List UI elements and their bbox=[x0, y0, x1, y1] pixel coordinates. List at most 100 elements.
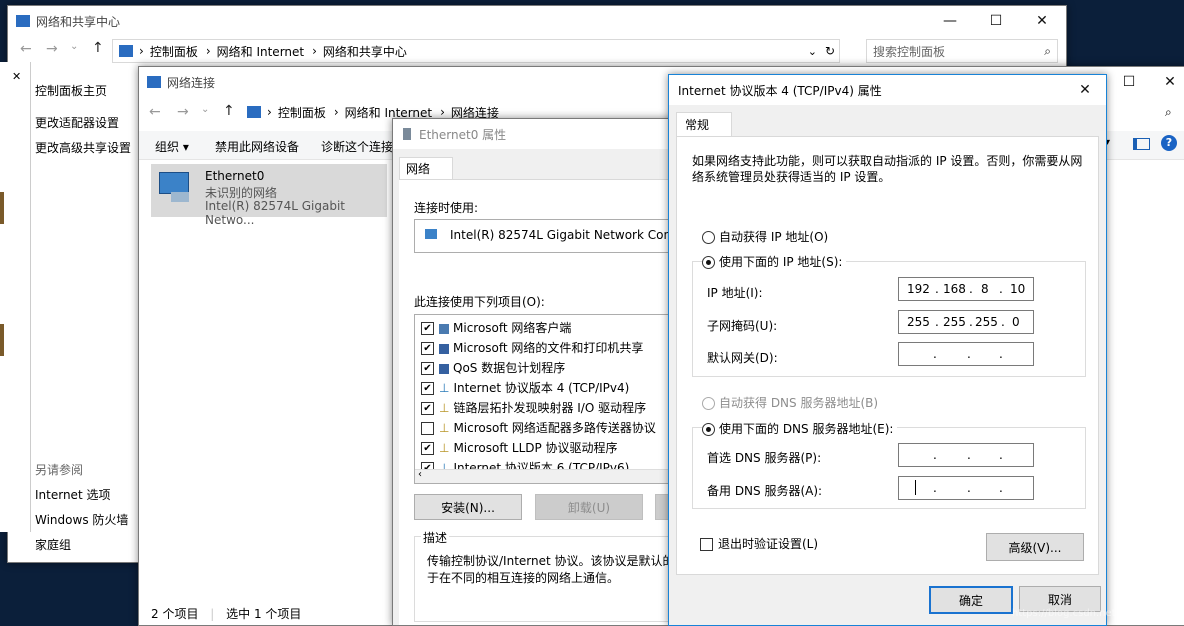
ip-address-field[interactable]: 192 . 168 . 8 . 10 bbox=[898, 277, 1034, 301]
connect-using-box: Intel(R) 82574L Gigabit Network Connec bbox=[414, 219, 693, 253]
search-placeholder: 搜索控制面板 bbox=[873, 44, 946, 59]
preferred-dns-field[interactable]: . . . bbox=[898, 443, 1034, 467]
ip-address-label: IP 地址(I): bbox=[707, 286, 763, 300]
horizontal-scrollbar[interactable]: ‹ bbox=[415, 469, 685, 483]
alternate-dns-field[interactable]: . . . bbox=[898, 476, 1034, 500]
preview-pane-icon[interactable] bbox=[1133, 138, 1150, 150]
item-checkbox[interactable]: ✔ bbox=[421, 442, 434, 455]
ipv4-tab-general[interactable]: 常规 bbox=[676, 112, 732, 137]
item-checkbox[interactable]: ✔ bbox=[421, 402, 434, 415]
forward-arrow-icon[interactable]: → bbox=[46, 41, 58, 57]
breadcrumb-item[interactable]: 网络和共享中心 bbox=[323, 43, 407, 60]
list-item[interactable]: ✔ QoS 数据包计划程序 bbox=[421, 359, 565, 376]
subnet-mask-field[interactable]: 255 . 255 . 255 . 0 bbox=[898, 310, 1034, 334]
ip-dot: . bbox=[999, 448, 1003, 462]
item-checkbox[interactable]: ✔ bbox=[421, 362, 434, 375]
auto-ip-option[interactable]: 自动获得 IP 地址(O) bbox=[702, 228, 828, 245]
manual-dns-option[interactable]: 使用下面的 DNS 服务器地址(E): bbox=[702, 420, 898, 437]
back-arrow-icon[interactable]: ← bbox=[20, 41, 32, 57]
recent-chevron-icon[interactable]: ⌄ bbox=[70, 41, 78, 52]
auto-ip-radio[interactable] bbox=[702, 231, 715, 244]
up-arrow-icon[interactable]: ↑ bbox=[92, 40, 104, 56]
uninstall-button[interactable]: 卸载(U) bbox=[535, 494, 643, 520]
sharing-search-box[interactable]: 搜索控制面板 ⌕ bbox=[866, 39, 1058, 63]
link-advanced-sharing[interactable]: 更改高级共享设置 bbox=[35, 139, 131, 156]
list-item[interactable]: ✔ Microsoft 网络的文件和打印机共享 bbox=[421, 339, 643, 356]
ip-dot: . bbox=[933, 347, 937, 361]
breadcrumb-sep-icon: › bbox=[205, 44, 211, 58]
search-icon[interactable]: ⌕ bbox=[1165, 105, 1172, 120]
link-change-adapter-settings[interactable]: 更改适配器设置 bbox=[35, 114, 131, 131]
link-internet-options[interactable]: Internet 选项 bbox=[35, 486, 128, 503]
up-arrow-icon[interactable]: ↑ bbox=[223, 103, 235, 119]
link-windows-firewall[interactable]: Windows 防火墙 bbox=[35, 511, 128, 528]
ip-octet-1: 192 bbox=[907, 282, 930, 296]
link-control-panel-home[interactable]: 控制面板主页 bbox=[35, 82, 131, 99]
recent-chevron-icon[interactable]: ⌄ bbox=[201, 104, 209, 115]
sharing-address-bar[interactable]: › 控制面板 › 网络和 Internet › 网络和共享中心 ⌄ ↻ bbox=[112, 39, 840, 63]
status-item-count: 2 个项目 bbox=[151, 607, 199, 621]
manual-dns-radio[interactable] bbox=[702, 423, 715, 436]
eth-tab-network[interactable]: 网络 bbox=[399, 157, 453, 180]
list-item[interactable]: ✔ Microsoft 网络客户端 bbox=[421, 319, 571, 336]
status-selected-count: 选中 1 个项目 bbox=[226, 607, 302, 621]
list-item[interactable]: ✔ ⊥ Microsoft LLDP 协议驱动程序 bbox=[421, 439, 618, 456]
thumbnail-strip bbox=[0, 192, 4, 224]
item-checkbox[interactable] bbox=[421, 422, 434, 435]
breadcrumb-item[interactable]: 控制面板 bbox=[150, 43, 198, 60]
help-icon[interactable]: ? bbox=[1161, 135, 1177, 151]
list-item[interactable]: ⊥ Microsoft 网络适配器多路传送器协议 bbox=[421, 419, 656, 436]
item-label: Microsoft LLDP 协议驱动程序 bbox=[453, 441, 618, 455]
manual-ip-option[interactable]: 使用下面的 IP 地址(S): bbox=[702, 253, 847, 270]
scroll-left-icon[interactable]: ‹ bbox=[418, 469, 422, 480]
install-button[interactable]: 安装(N)... bbox=[414, 494, 522, 520]
item-checkbox[interactable]: ✔ bbox=[421, 322, 434, 335]
forward-arrow-icon[interactable]: → bbox=[177, 104, 189, 120]
auto-dns-radio[interactable] bbox=[702, 397, 715, 410]
protocol-icon: ⊥ bbox=[439, 421, 450, 435]
refresh-icon[interactable]: ↻ bbox=[825, 44, 835, 58]
watermark: https://blog.csdn.net @51CTO博客 bbox=[1012, 608, 1182, 619]
breadcrumb-item[interactable]: 网络和 Internet bbox=[217, 43, 304, 60]
search-icon[interactable]: ⌕ bbox=[1044, 44, 1051, 59]
toolbar-organize[interactable]: 组织 ▾ bbox=[155, 138, 189, 155]
list-item[interactable]: ✔ ⊥ 链路层拓扑发现映射器 I/O 驱动程序 bbox=[421, 399, 646, 416]
validate-checkbox[interactable] bbox=[700, 538, 713, 551]
ip-dot: . bbox=[969, 315, 973, 329]
preferred-dns-label: 首选 DNS 服务器(P): bbox=[707, 451, 822, 465]
side-panel-close-icon[interactable]: ✕ bbox=[12, 70, 21, 83]
maximize-icon[interactable]: ☐ bbox=[1106, 67, 1152, 97]
item-checkbox[interactable]: ✔ bbox=[421, 342, 434, 355]
ipv4-intro-text: 如果网络支持此功能，则可以获取自动指派的 IP 设置。否则，你需要从网 络系统管… bbox=[692, 154, 1083, 184]
dropdown-chevron-icon[interactable]: ⌄ bbox=[808, 45, 817, 58]
breadcrumb-item[interactable]: 控制面板 bbox=[278, 104, 326, 121]
validate-on-exit[interactable]: 退出时验证设置(L) bbox=[700, 535, 818, 552]
ipv4-titlebar: Internet 协议版本 4 (TCP/IPv4) 属性 ✕ bbox=[669, 75, 1106, 105]
minimize-icon[interactable]: — bbox=[927, 6, 973, 36]
list-item[interactable]: ✔ ⊥ Internet 协议版本 4 (TCP/IPv4) bbox=[421, 379, 629, 396]
ip-octet-2: 168 bbox=[943, 282, 966, 296]
ok-button[interactable]: 确定 bbox=[929, 586, 1013, 614]
adapter-ethernet0[interactable]: Ethernet0 未识别的网络 Intel(R) 82574L Gigabit… bbox=[151, 164, 387, 227]
eth-title: Ethernet0 属性 bbox=[419, 127, 507, 142]
back-arrow-icon[interactable]: ← bbox=[149, 104, 161, 120]
manual-ip-radio[interactable] bbox=[702, 256, 715, 269]
advanced-button[interactable]: 高级(V)... bbox=[986, 533, 1084, 561]
toolbar-disable-device[interactable]: 禁用此网络设备 bbox=[215, 138, 299, 155]
link-homegroup[interactable]: 家庭组 bbox=[35, 536, 128, 553]
close-icon[interactable]: ✕ bbox=[1147, 67, 1184, 97]
sharing-left-links: 控制面板主页 更改适配器设置 更改高级共享设置 bbox=[35, 82, 131, 156]
close-icon[interactable]: ✕ bbox=[1065, 75, 1105, 105]
connect-using-label: 连接时使用: bbox=[414, 201, 479, 215]
maximize-icon[interactable]: ☐ bbox=[973, 6, 1019, 36]
toolbar-diagnose[interactable]: 诊断这个连接 bbox=[321, 138, 393, 155]
close-icon[interactable]: ✕ bbox=[1019, 6, 1065, 36]
status-divider: | bbox=[210, 607, 215, 621]
auto-dns-option[interactable]: 自动获得 DNS 服务器地址(B) bbox=[702, 394, 878, 411]
item-checkbox[interactable]: ✔ bbox=[421, 382, 434, 395]
alternate-dns-label: 备用 DNS 服务器(A): bbox=[707, 484, 823, 498]
ip-dot: . bbox=[967, 481, 971, 495]
ipv4-properties-dialog: Internet 协议版本 4 (TCP/IPv4) 属性 ✕ 常规 如果网络支… bbox=[668, 74, 1107, 626]
gateway-field[interactable]: . . . bbox=[898, 342, 1034, 366]
items-list: ✔ Microsoft 网络客户端 ✔ Microsoft 网络的文件和打印机共享 … bbox=[414, 314, 686, 484]
